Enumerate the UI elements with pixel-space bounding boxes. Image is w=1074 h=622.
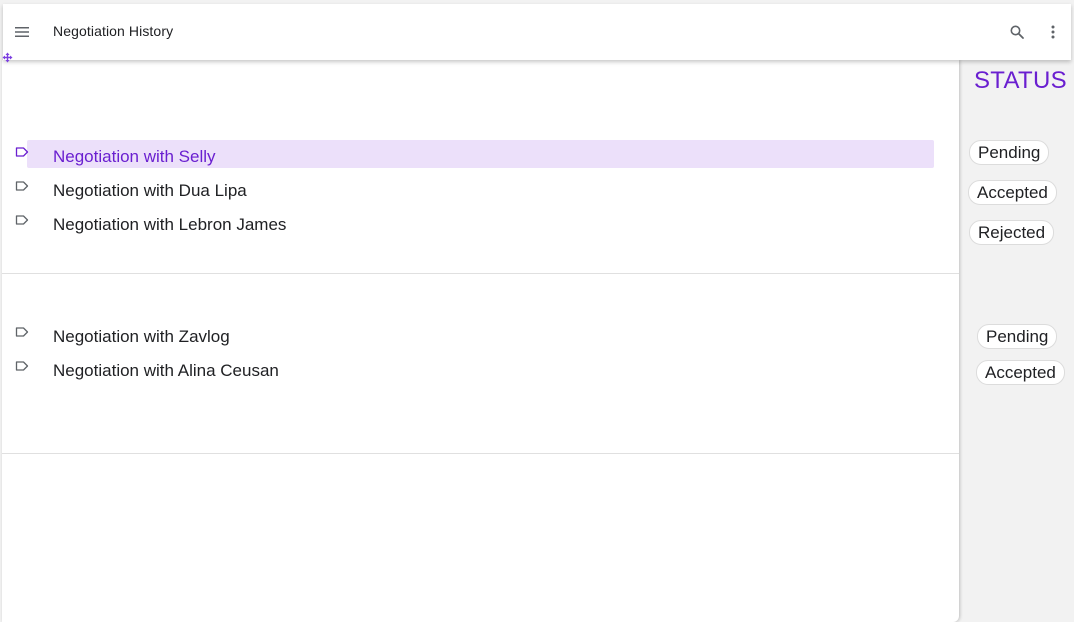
status-badge: Accepted [976,360,1065,385]
list-item[interactable]: Negotiation with Zavlog [2,326,959,356]
list-item-label: Negotiation with Alina Ceusan [53,361,279,380]
label-tag-icon [15,361,29,371]
negotiation-list: Negotiation with Selly Negotiation with … [2,60,959,622]
list-item[interactable]: Negotiation with Dua Lipa [2,180,959,210]
group-divider [2,453,959,454]
list-item-label: Negotiation with Lebron James [53,215,287,234]
status-badge: Pending [977,324,1058,349]
list-item-label: Negotiation with Dua Lipa [53,181,247,200]
top-app-bar: Negotiation History [3,4,1071,60]
list-item[interactable]: Negotiation with Selly [2,140,959,176]
label-tag-icon [15,215,29,225]
status-column-heading: STATUS [974,67,1067,94]
list-item[interactable]: Negotiation with Lebron James [2,214,959,244]
list-item-label: Negotiation with Selly [53,147,216,166]
group-divider [2,273,959,274]
label-tag-icon [15,327,29,337]
status-badge: Rejected [969,220,1055,245]
search-icon[interactable] [1009,24,1025,40]
status-badge: Pending [969,140,1050,165]
hamburger-menu-icon[interactable] [14,24,30,40]
move-handle-icon[interactable] [2,52,13,63]
list-item[interactable]: Negotiation with Alina Ceusan [2,360,959,390]
list-item-label: Negotiation with Zavlog [53,327,230,346]
app-window: Negotiation History Negotiation with Sel… [0,0,1074,622]
label-tag-icon [15,147,29,157]
status-badge: Accepted [968,180,1057,205]
more-vert-icon[interactable] [1045,23,1061,41]
label-tag-icon [15,181,29,191]
page-title: Negotiation History [53,23,174,39]
